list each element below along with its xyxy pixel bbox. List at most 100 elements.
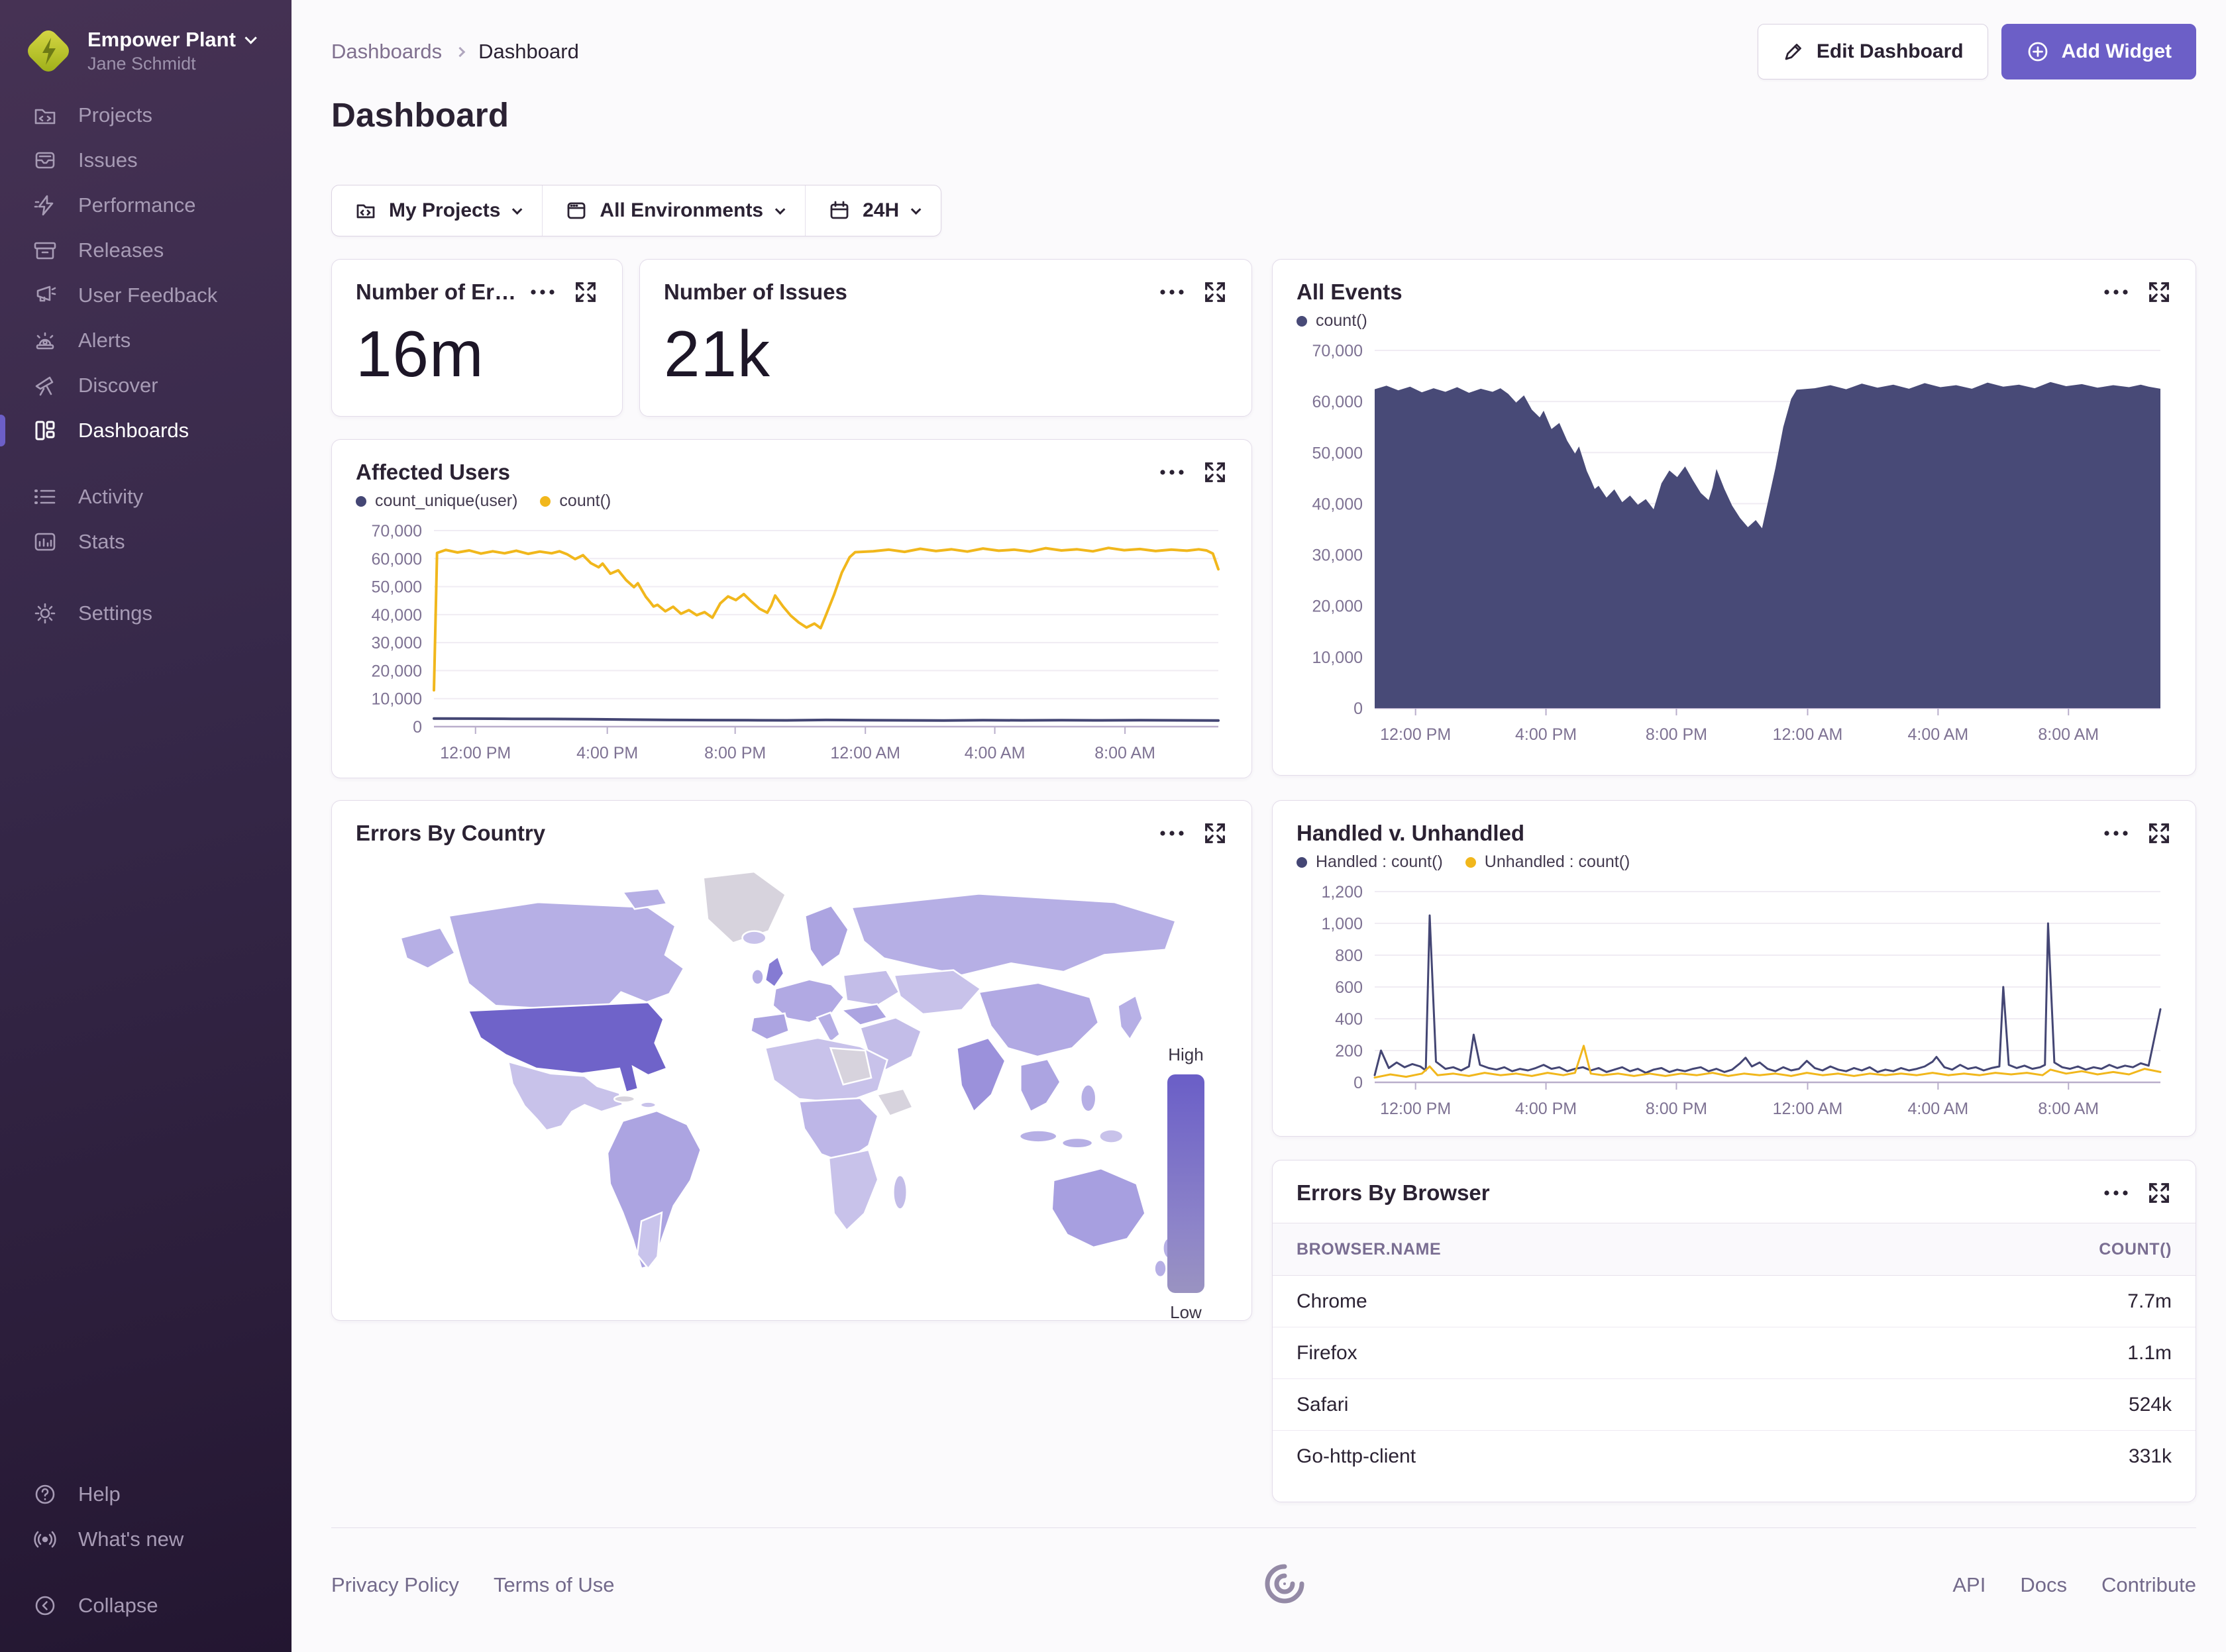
svg-text:8:00 AM: 8:00 AM — [1094, 744, 1155, 762]
sidebar-item-label: Projects — [78, 103, 152, 127]
widget-expand-button[interactable] — [2146, 280, 2172, 305]
widget-expand-button[interactable] — [1202, 460, 1228, 485]
svg-text:10,000: 10,000 — [1312, 648, 1363, 667]
sidebar-item-help[interactable]: Help — [0, 1472, 292, 1517]
svg-text:70,000: 70,000 — [372, 522, 422, 541]
widget-menu-button[interactable] — [2103, 1189, 2129, 1197]
dashboards-icon — [32, 417, 58, 444]
sidebar-item-label: Stats — [78, 530, 125, 554]
svg-text:12:00 PM: 12:00 PM — [1380, 1100, 1451, 1118]
environment-filter[interactable]: All Environments — [542, 185, 805, 236]
releases-icon — [32, 237, 58, 264]
sidebar-item-alerts[interactable]: Alerts — [0, 318, 292, 363]
svg-text:1,200: 1,200 — [1321, 883, 1363, 902]
count-cell: 7.7m — [2127, 1290, 2172, 1313]
browser-name-cell: Firefox — [1297, 1342, 1357, 1365]
pencil-icon — [1782, 40, 1805, 63]
broadcast-icon — [32, 1526, 58, 1553]
widget-expand-button[interactable] — [573, 280, 598, 305]
map-scale-low: Low — [1163, 1302, 1209, 1323]
collapse-icon — [32, 1592, 58, 1619]
widget-title: Errors By Browser — [1297, 1180, 1490, 1206]
sidebar-item-label: Help — [78, 1482, 121, 1506]
widget-menu-button[interactable] — [1159, 829, 1185, 837]
performance-icon — [32, 192, 58, 219]
svg-text:4:00 AM: 4:00 AM — [1907, 1100, 1968, 1118]
privacy-policy-link[interactable]: Privacy Policy — [331, 1573, 459, 1597]
widget-expand-button[interactable] — [1202, 280, 1228, 305]
widget-menu-button[interactable] — [2103, 829, 2129, 837]
sidebar-item-discover[interactable]: Discover — [0, 363, 292, 408]
sidebar-item-collapse[interactable]: Collapse — [0, 1583, 292, 1628]
widget-expand-button[interactable] — [2146, 821, 2172, 846]
sentry-logo[interactable] — [1255, 1560, 1311, 1610]
sidebar-item-label: Activity — [78, 485, 143, 509]
widget-title: Number of Err… — [356, 280, 519, 305]
widget-expand-button[interactable] — [1202, 821, 1228, 846]
time-range-filter[interactable]: 24H — [805, 185, 941, 236]
widget-errors-by-country: Errors By Country — [331, 800, 1252, 1321]
issues-icon — [32, 147, 58, 174]
svg-text:200: 200 — [1335, 1042, 1363, 1060]
sidebar-item-activity[interactable]: Activity — [0, 474, 292, 519]
sidebar-item-issues[interactable]: Issues — [0, 138, 292, 183]
widget-menu-button[interactable] — [2103, 288, 2129, 296]
widget-title: Handled v. Unhandled — [1297, 821, 1654, 846]
sidebar-item-label: Issues — [78, 148, 138, 172]
project-filter[interactable]: My Projects — [332, 185, 542, 236]
sidebar-item-dashboards[interactable]: Dashboards — [0, 408, 292, 453]
svg-text:20,000: 20,000 — [372, 662, 422, 680]
legend-dot — [540, 496, 551, 507]
widget-menu-button[interactable] — [1159, 288, 1185, 296]
edit-dashboard-button[interactable]: Edit Dashboard — [1758, 24, 1988, 79]
calendar-icon — [828, 199, 851, 222]
breadcrumb-dashboards-link[interactable]: Dashboards — [331, 40, 442, 64]
docs-link[interactable]: Docs — [2020, 1573, 2067, 1597]
sidebar-item-stats[interactable]: Stats — [0, 519, 292, 564]
widget-title: All Events — [1297, 280, 1403, 305]
add-widget-button[interactable]: Add Widget — [2001, 24, 2196, 79]
breadcrumb-current: Dashboard — [478, 40, 579, 64]
svg-text:600: 600 — [1335, 978, 1363, 997]
sidebar-item-settings[interactable]: Settings — [0, 591, 292, 636]
svg-text:60,000: 60,000 — [372, 550, 422, 568]
widget-menu-button[interactable] — [529, 288, 556, 296]
browser-name-cell: Chrome — [1297, 1290, 1367, 1313]
org-switcher[interactable]: Empower Plant Jane Schmidt — [0, 20, 292, 93]
browser-name-cell: Go-http-client — [1297, 1445, 1416, 1468]
terms-of-use-link[interactable]: Terms of Use — [494, 1573, 615, 1597]
table-row: Go-http-client 331k — [1273, 1431, 2196, 1482]
project-filter-icon — [354, 199, 377, 222]
sidebar-item-user-feedback[interactable]: User Feedback — [0, 273, 292, 318]
sidebar-item-releases[interactable]: Releases — [0, 228, 292, 273]
svg-text:8:00 PM: 8:00 PM — [1646, 1100, 1707, 1118]
sidebar: Empower Plant Jane Schmidt Projects Issu… — [0, 0, 292, 1652]
svg-text:0: 0 — [413, 718, 422, 737]
legend-dot — [356, 496, 366, 507]
count-cell: 331k — [2129, 1445, 2172, 1468]
sidebar-item-whats-new[interactable]: What's new — [0, 1517, 292, 1562]
contribute-link[interactable]: Contribute — [2101, 1573, 2196, 1597]
sidebar-item-projects[interactable]: Projects — [0, 93, 292, 138]
widget-number-of-issues: Number of Issues 21k — [639, 259, 1252, 417]
chevron-right-icon — [455, 46, 466, 57]
svg-text:800: 800 — [1335, 947, 1363, 965]
sidebar-item-label: Releases — [78, 238, 164, 262]
org-name: Empower Plant — [87, 28, 236, 52]
filter-bar: My Projects All Environments 24H — [331, 185, 941, 236]
chevron-down-icon — [911, 204, 922, 215]
widget-menu-button[interactable] — [1159, 468, 1185, 476]
chart-legend: count_unique(user) count() — [356, 485, 635, 511]
widget-expand-button[interactable] — [2146, 1180, 2172, 1206]
count-cell: 524k — [2129, 1394, 2172, 1416]
svg-text:10,000: 10,000 — [372, 690, 422, 709]
user-feedback-icon — [32, 282, 58, 309]
handled-unhandled-chart: 02004006008001,0001,20012:00 PM4:00 PM8:… — [1273, 872, 2196, 1126]
widget-errors-by-browser: Errors By Browser BROWSER.NAME COUNT() C… — [1272, 1160, 2196, 1502]
page-title: Dashboard — [331, 95, 2196, 134]
api-link[interactable]: API — [1952, 1573, 1986, 1597]
svg-text:12:00 AM: 12:00 AM — [1773, 1100, 1843, 1118]
svg-text:400: 400 — [1335, 1010, 1363, 1029]
sidebar-item-performance[interactable]: Performance — [0, 183, 292, 228]
svg-text:8:00 AM: 8:00 AM — [2038, 1100, 2099, 1118]
